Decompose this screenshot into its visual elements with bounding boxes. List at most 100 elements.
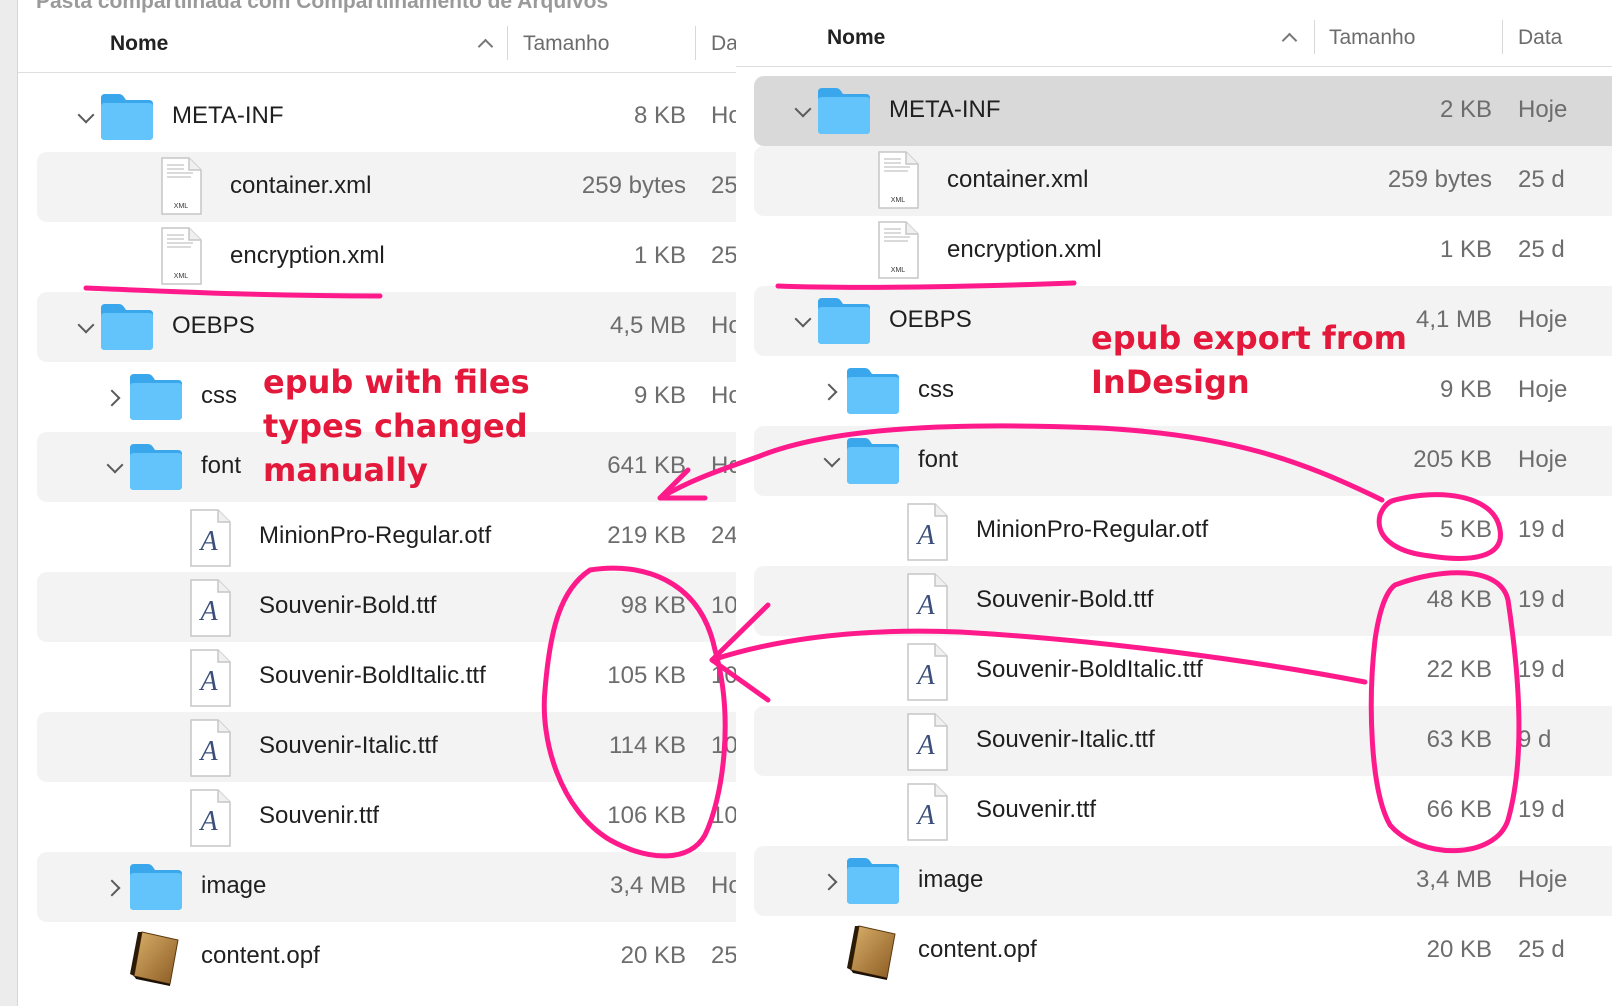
file-name: css bbox=[201, 382, 237, 409]
list-row-image[interactable]: image 3,4 MB Ho bbox=[18, 852, 736, 922]
date-modified: 10 bbox=[711, 732, 737, 759]
right-finder-window: Nome Tamanho Data META-INF 2 KB Hoje XML contai… bbox=[736, 0, 1612, 1006]
annotation-line: epub export from bbox=[1091, 319, 1407, 357]
list-row-container-xml[interactable]: XML container.xml 259 bytes 25 bbox=[18, 152, 736, 222]
list-row-souvenir-italic-ttf[interactable]: A Souvenir-Italic.ttf 63 KB 9 d bbox=[736, 706, 1612, 776]
list-row-encryption-xml[interactable]: XML encryption.xml 1 KB 25 bbox=[18, 222, 736, 292]
disclosure-collapsed-icon[interactable] bbox=[103, 389, 121, 407]
book-file-icon bbox=[128, 930, 184, 991]
file-name: MinionPro-Regular.otf bbox=[976, 516, 1209, 543]
file-size: 106 KB bbox=[607, 802, 686, 829]
file-size: 9 KB bbox=[633, 382, 686, 409]
file-name: font bbox=[201, 452, 242, 479]
list-header: Nome Tamanho Data bbox=[736, 10, 1612, 67]
file-name: Souvenir-Italic.ttf bbox=[259, 732, 438, 759]
file-size: 219 KB bbox=[607, 522, 686, 549]
file-size: 3,4 MB bbox=[609, 872, 686, 899]
list-row-souvenir-bolditalic-ttf[interactable]: A Souvenir-BoldItalic.ttf 105 KB 10 bbox=[18, 642, 736, 712]
file-size: 3,4 MB bbox=[1415, 866, 1492, 893]
column-header-date[interactable]: Da bbox=[711, 32, 736, 56]
list-row-souvenir-italic-ttf[interactable]: A Souvenir-Italic.ttf 114 KB 10 bbox=[18, 712, 736, 782]
list-row-content-opf[interactable]: content.opf 20 KB 25 bbox=[18, 922, 736, 992]
date-modified: Ho bbox=[711, 312, 736, 339]
svg-text:A: A bbox=[915, 800, 935, 831]
font-file-icon: A bbox=[903, 642, 951, 707]
file-size: 1 KB bbox=[1439, 236, 1492, 263]
file-name: Souvenir.ttf bbox=[259, 802, 380, 829]
file-size: 205 KB bbox=[1413, 446, 1492, 473]
file-size: 2 KB bbox=[1439, 96, 1492, 123]
file-name: Souvenir.ttf bbox=[976, 796, 1097, 823]
annotation-right-note: epub export from InDesign bbox=[1091, 316, 1407, 404]
file-name: container.xml bbox=[947, 166, 1089, 193]
font-file-icon: A bbox=[903, 712, 951, 777]
list-row-souvenir-bold-ttf[interactable]: A Souvenir-Bold.ttf 98 KB 10 bbox=[18, 572, 736, 642]
list-row-meta-inf[interactable]: META-INF 8 KB Ho bbox=[18, 82, 736, 152]
file-name: image bbox=[201, 872, 267, 899]
file-name: META-INF bbox=[172, 102, 284, 129]
disclosure-collapsed-icon[interactable] bbox=[820, 383, 838, 401]
column-header-name[interactable]: Nome bbox=[827, 26, 885, 50]
date-modified: Ho bbox=[711, 872, 736, 899]
file-name: image bbox=[918, 866, 984, 893]
list-header: Nome Tamanho Da bbox=[18, 16, 736, 73]
column-separator bbox=[1502, 20, 1503, 54]
file-name: META-INF bbox=[889, 96, 1001, 123]
column-header-date[interactable]: Data bbox=[1518, 26, 1562, 50]
sort-ascending-icon[interactable] bbox=[1281, 32, 1298, 49]
date-modified: Hoje bbox=[1518, 866, 1568, 893]
svg-text:XML: XML bbox=[891, 267, 906, 274]
list-row-oebps[interactable]: OEBPS 4,5 MB Ho bbox=[18, 292, 736, 362]
list-row-content-opf[interactable]: content.opf 20 KB 25 d bbox=[736, 916, 1612, 986]
file-name: Souvenir-Bold.ttf bbox=[259, 592, 437, 619]
file-name: Souvenir-Bold.ttf bbox=[976, 586, 1154, 613]
list-row-souvenir-bolditalic-ttf[interactable]: A Souvenir-BoldItalic.ttf 22 KB 19 d bbox=[736, 636, 1612, 706]
column-header-name[interactable]: Nome bbox=[110, 32, 168, 56]
list-row-font[interactable]: font 205 KB Hoje bbox=[736, 426, 1612, 496]
disclosure-expanded-icon[interactable] bbox=[77, 106, 95, 124]
column-header-size[interactable]: Tamanho bbox=[523, 32, 609, 56]
annotation-line: epub with files bbox=[263, 363, 530, 401]
file-name: encryption.xml bbox=[947, 236, 1102, 263]
sort-ascending-icon[interactable] bbox=[477, 38, 494, 55]
date-modified: 25 d bbox=[1518, 936, 1565, 963]
font-file-icon: A bbox=[186, 508, 234, 573]
font-file-icon: A bbox=[903, 502, 951, 567]
list-row-minionpro-regular-otf[interactable]: A MinionPro-Regular.otf 219 KB 24 bbox=[18, 502, 736, 572]
date-modified: Ho bbox=[711, 102, 736, 129]
file-name: font bbox=[918, 446, 959, 473]
column-separator bbox=[507, 26, 508, 60]
file-name: container.xml bbox=[230, 172, 372, 199]
folder-icon bbox=[844, 856, 902, 911]
file-name: content.opf bbox=[201, 942, 320, 969]
svg-text:XML: XML bbox=[174, 273, 189, 280]
annotation-line: types changed bbox=[263, 407, 528, 445]
xml-file-icon: XML bbox=[874, 220, 922, 285]
column-header-size[interactable]: Tamanho bbox=[1329, 26, 1415, 50]
list-row-image[interactable]: image 3,4 MB Hoje bbox=[736, 846, 1612, 916]
file-size: 105 KB bbox=[607, 662, 686, 689]
font-file-icon: A bbox=[186, 718, 234, 783]
list-row-minionpro-regular-otf[interactable]: A MinionPro-Regular.otf 5 KB 19 d bbox=[736, 496, 1612, 566]
file-size: 98 KB bbox=[620, 592, 686, 619]
folder-icon bbox=[98, 302, 156, 357]
list-row-container-xml[interactable]: XML container.xml 259 bytes 25 d bbox=[736, 146, 1612, 216]
list-row-souvenir-ttf[interactable]: A Souvenir.ttf 66 KB 19 d bbox=[736, 776, 1612, 846]
file-size: 5 KB bbox=[1439, 516, 1492, 543]
file-name: OEBPS bbox=[172, 312, 255, 339]
file-size: 641 KB bbox=[607, 452, 686, 479]
file-size: 114 KB bbox=[609, 732, 686, 759]
date-modified: Hoje bbox=[1518, 96, 1568, 123]
date-modified: 9 d bbox=[1518, 726, 1552, 753]
book-file-icon bbox=[845, 924, 901, 985]
list-row-souvenir-bold-ttf[interactable]: A Souvenir-Bold.ttf 48 KB 19 d bbox=[736, 566, 1612, 636]
date-modified: 19 d bbox=[1518, 516, 1565, 543]
xml-file-icon: XML bbox=[157, 226, 205, 291]
list-row-encryption-xml[interactable]: XML encryption.xml 1 KB 25 d bbox=[736, 216, 1612, 286]
list-row-meta-inf[interactable]: META-INF 2 KB Hoje bbox=[736, 76, 1612, 146]
file-name: Souvenir-BoldItalic.ttf bbox=[976, 656, 1203, 683]
svg-text:A: A bbox=[915, 730, 935, 761]
list-row-souvenir-ttf[interactable]: A Souvenir.ttf 106 KB 10 bbox=[18, 782, 736, 852]
folder-icon bbox=[815, 296, 873, 351]
file-name: MinionPro-Regular.otf bbox=[259, 522, 492, 549]
